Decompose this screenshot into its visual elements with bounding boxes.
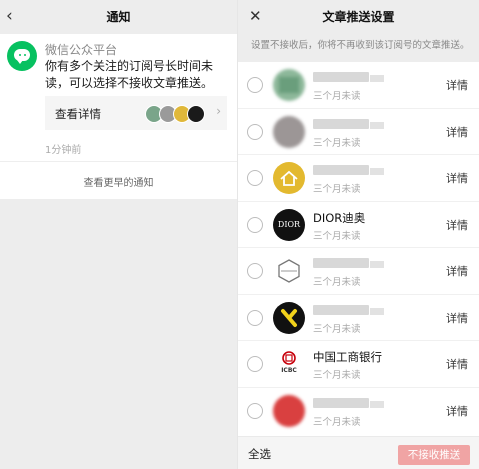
page-title: 通知	[106, 10, 131, 24]
account-avatar	[273, 69, 305, 101]
view-earlier-link[interactable]: 查看更早的通知	[0, 174, 237, 189]
select-radio[interactable]	[247, 216, 263, 233]
account-name-redacted	[313, 72, 369, 82]
settings-notice: 设置不接收后，你将不再收到该订阅号的文章推送。	[238, 34, 479, 62]
account-name-redacted	[370, 168, 384, 175]
account-row[interactable]: DIOR DIOR迪奥 三个月未读 详情	[238, 202, 479, 248]
dior-logo-icon: DIOR	[273, 208, 305, 241]
account-name: DIOR迪奥	[313, 210, 366, 225]
detail-link[interactable]: 详情	[446, 263, 468, 279]
detail-link[interactable]: 详情	[446, 403, 468, 419]
account-row[interactable]: 三个月未读 详情	[238, 248, 479, 295]
notification-panel: ‹ 通知 微信公众平台 你有多个关注的订阅号长时间未读，可以选择不接收文章推送。…	[0, 0, 237, 469]
select-radio[interactable]	[247, 309, 263, 326]
account-name-redacted	[370, 307, 384, 315]
account-row[interactable]: 三个月未读 详情	[238, 295, 479, 341]
account-row[interactable]: ICBC 中国工商银行 三个月未读 详情	[238, 341, 479, 388]
reject-push-button[interactable]: 不接收推送	[398, 445, 470, 465]
close-icon[interactable]: ✕	[249, 7, 262, 25]
account-avatar	[273, 115, 305, 148]
select-all-button[interactable]: 全选	[248, 446, 271, 462]
view-details-button[interactable]: 查看详情 ›	[45, 96, 227, 130]
divider	[0, 161, 237, 162]
account-name-redacted	[313, 397, 369, 408]
right-nav-bar: 文章推送设置 ✕	[238, 0, 479, 34]
select-radio[interactable]	[247, 402, 263, 419]
push-settings-panel: 文章推送设置 ✕ 设置不接收后，你将不再收到该订阅号的文章推送。 三个月未读 详…	[238, 0, 479, 469]
left-nav-bar: ‹ 通知	[0, 0, 237, 34]
timestamp: 1分钟前	[45, 145, 82, 156]
account-name-redacted	[313, 165, 369, 175]
house-icon	[280, 170, 298, 186]
unread-status: 三个月未读	[313, 323, 361, 335]
select-radio[interactable]	[247, 356, 263, 372]
account-name-redacted	[370, 261, 384, 268]
select-radio[interactable]	[247, 123, 263, 140]
account-name-redacted	[370, 400, 384, 408]
account-row[interactable]: 三个月未读 详情	[238, 155, 479, 202]
unread-status: 三个月未读	[313, 137, 361, 149]
yellow-x-logo-icon	[273, 301, 305, 334]
unread-status: 三个月未读	[313, 230, 361, 242]
icbc-logo-text: ICBC	[281, 367, 297, 374]
account-name-redacted	[313, 304, 369, 315]
detail-link[interactable]: 详情	[446, 170, 468, 186]
detail-link[interactable]: 详情	[446, 124, 468, 140]
detail-link[interactable]: 详情	[446, 310, 468, 326]
unread-status: 三个月未读	[313, 184, 361, 195]
detail-link[interactable]: 详情	[446, 356, 468, 372]
account-avatar	[273, 162, 305, 194]
select-radio[interactable]	[247, 77, 263, 93]
dior-logo-text: DIOR	[277, 219, 301, 229]
unread-status: 三个月未读	[313, 277, 361, 288]
mini-avatar	[187, 105, 205, 123]
back-icon[interactable]: ‹	[6, 6, 13, 26]
account-name-redacted	[370, 121, 384, 129]
notification-message: 你有多个关注的订阅号长时间未读，可以选择不接收文章推送。	[45, 59, 214, 90]
detail-link[interactable]: 详情	[446, 217, 468, 233]
account-row[interactable]: 三个月未读 详情	[238, 62, 479, 109]
select-radio[interactable]	[247, 170, 263, 186]
hex-logo-icon	[273, 255, 305, 287]
account-row[interactable]: 三个月未读 详情	[238, 388, 479, 435]
unread-status: 三个月未读	[313, 416, 361, 428]
detail-link[interactable]: 详情	[446, 77, 468, 93]
account-list: 三个月未读 详情 三个月未读 详情 三个月未读 详情 DIOR DIOR迪奥 三…	[238, 62, 479, 434]
sender-name: 微信公众平台	[45, 43, 118, 57]
unread-status: 三个月未读	[313, 370, 361, 381]
chevron-right-icon: ›	[216, 104, 221, 118]
wechat-logo-icon	[7, 41, 37, 71]
account-name-redacted	[313, 258, 369, 268]
notification-card: 微信公众平台 你有多个关注的订阅号长时间未读，可以选择不接收文章推送。 查看详情…	[0, 34, 237, 199]
settings-title: 文章推送设置	[322, 10, 395, 24]
account-name-redacted	[370, 75, 384, 82]
account-name: 中国工商银行	[313, 350, 382, 364]
icbc-logo-icon: ICBC	[273, 348, 305, 380]
view-details-label: 查看详情	[55, 107, 101, 121]
select-radio[interactable]	[247, 263, 263, 279]
unread-status: 三个月未读	[313, 91, 361, 102]
account-name-redacted	[313, 118, 369, 129]
account-row[interactable]: 三个月未读 详情	[238, 109, 479, 155]
bottom-action-bar: 全选 不接收推送	[238, 436, 479, 469]
account-avatar	[273, 394, 305, 427]
